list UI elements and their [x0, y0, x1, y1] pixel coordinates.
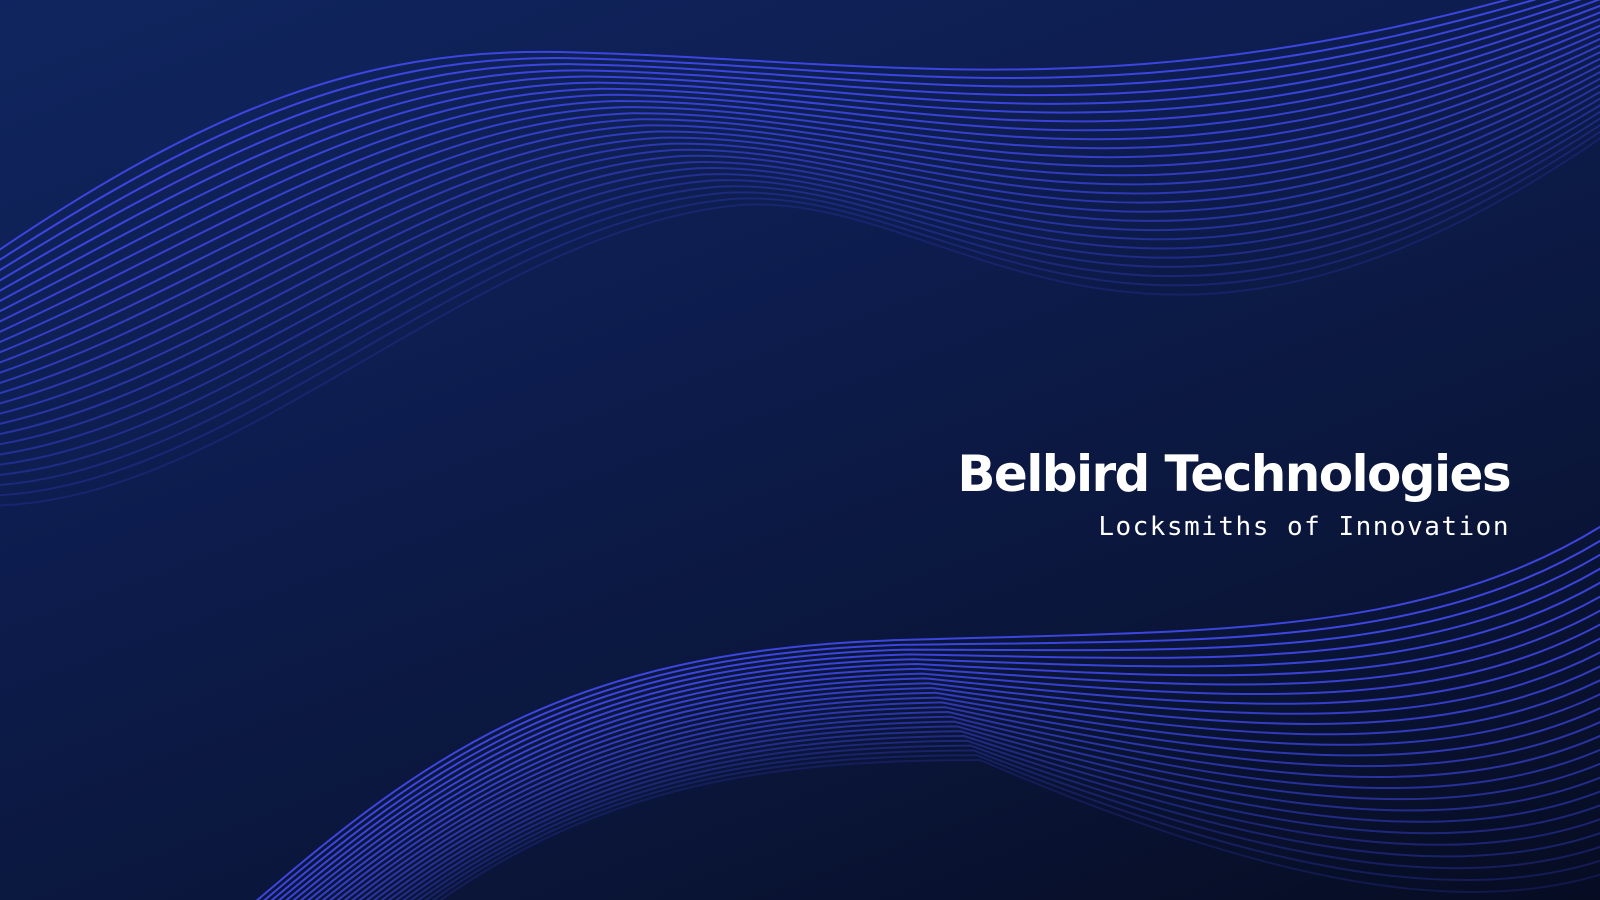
company-tagline: Locksmiths of Innovation [1098, 512, 1510, 542]
title-block: Belbird Technologies Locksmiths of Innov… [957, 445, 1511, 544]
wave-line [0, 31, 1600, 344]
wave-line [0, 70, 1600, 405]
upper-wave-band [0, 0, 1600, 507]
lower-wave-band [255, 525, 1600, 900]
title-slide: Belbird Technologies Locksmiths of Innov… [0, 0, 1600, 900]
wave-line [336, 679, 1600, 900]
wave-line [0, 4, 1600, 303]
wave-line [0, 123, 1600, 486]
wave-line [0, 57, 1600, 384]
company-name: Belbird Technologies [957, 445, 1511, 503]
wave-line [285, 581, 1600, 900]
